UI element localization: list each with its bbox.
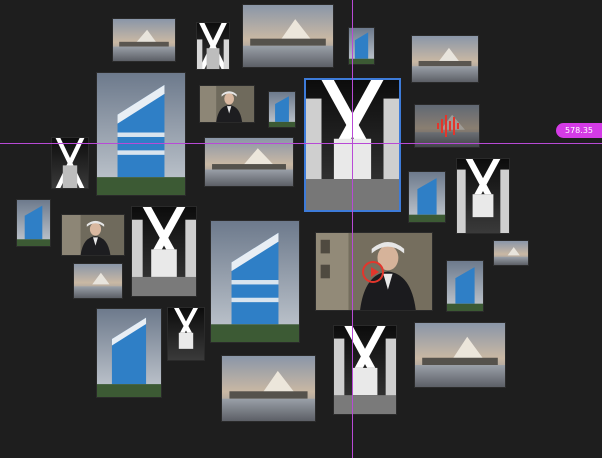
thumbnail-museum-5[interactable] (493, 240, 529, 266)
thumbnail-museum-2[interactable] (242, 4, 334, 68)
thumbnail-museum-7[interactable] (221, 355, 316, 422)
thumbnail-building-8[interactable] (96, 308, 162, 398)
thumbnail-museum-1[interactable] (112, 18, 176, 62)
vertical-guide-line[interactable] (352, 0, 353, 458)
thumbnail-museum-6[interactable] (73, 263, 123, 299)
audio-waveform-icon (437, 115, 459, 137)
thumbnail-portrait-2[interactable] (61, 214, 125, 256)
thumbnail-corridor-2[interactable] (51, 137, 89, 189)
media-canvas[interactable]: 578.35 (0, 0, 602, 458)
thumbnail-corridor-4[interactable] (131, 206, 197, 297)
thumbnail-corridor-5[interactable] (167, 307, 205, 361)
thumbnail-building-3[interactable] (268, 91, 296, 128)
thumbnail-corridor-6[interactable] (333, 325, 397, 415)
play-icon[interactable] (362, 261, 384, 283)
thumbnail-museum-3[interactable] (411, 35, 479, 83)
thumbnail-portrait-1[interactable] (199, 85, 255, 123)
horizontal-guide-line[interactable] (0, 143, 602, 144)
thumbnail-museum-4[interactable] (204, 137, 294, 187)
thumbnail-corridor-1[interactable] (196, 22, 230, 70)
thumbnail-building-5[interactable] (16, 199, 51, 247)
ruler-position-badge: 578.35 (556, 123, 602, 138)
thumbnail-building-6[interactable] (210, 220, 300, 343)
thumbnail-building-7[interactable] (446, 260, 484, 312)
thumbnail-building-1[interactable] (96, 72, 186, 196)
thumbnail-museum-8[interactable] (414, 322, 506, 388)
thumbnail-building-4[interactable] (408, 171, 446, 223)
thumbnail-corridor-3[interactable] (456, 158, 510, 234)
